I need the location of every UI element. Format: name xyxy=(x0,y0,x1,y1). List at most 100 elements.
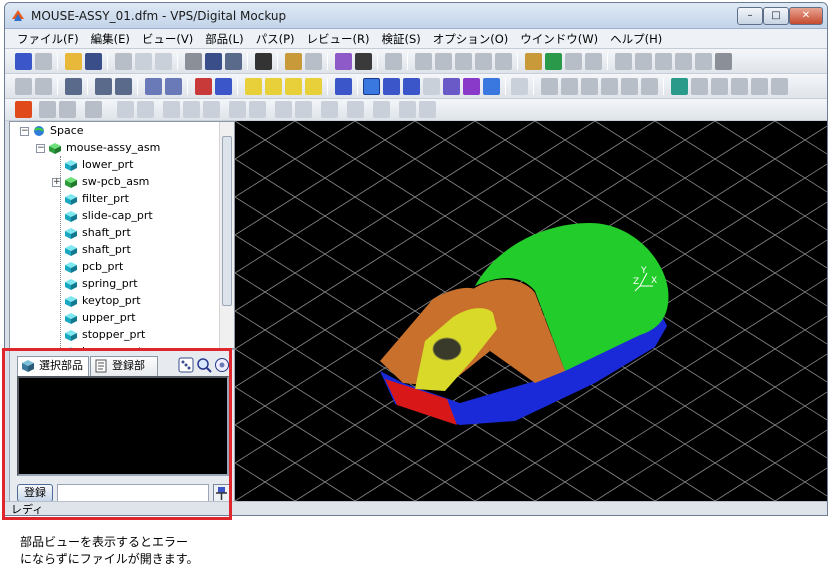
scrollbar-thumb[interactable] xyxy=(222,136,232,306)
menu-parts[interactable]: 部品(L) xyxy=(199,31,249,47)
menu-edit[interactable]: 編集(E) xyxy=(85,31,136,47)
3d-viewport[interactable]: Y X Z xyxy=(235,121,827,501)
tool-t-icon[interactable] xyxy=(691,78,708,95)
fit-icon[interactable] xyxy=(214,357,230,373)
color-icon[interactable] xyxy=(545,53,562,70)
table-icon[interactable] xyxy=(35,78,52,95)
menu-verify[interactable]: 検証(S) xyxy=(375,31,426,47)
tool-h-icon[interactable] xyxy=(615,53,632,70)
worker-icon[interactable] xyxy=(285,53,302,70)
minimize-button[interactable]: – xyxy=(737,7,763,25)
tool-p-icon[interactable] xyxy=(581,78,598,95)
tree-icon[interactable] xyxy=(39,101,56,118)
tool-q-icon[interactable] xyxy=(601,78,618,95)
dice-icon[interactable] xyxy=(65,78,82,95)
box-icon[interactable] xyxy=(483,78,500,95)
path-tool-icon[interactable] xyxy=(15,53,32,70)
rotate-icon[interactable] xyxy=(195,78,212,95)
last-frame-icon[interactable] xyxy=(249,101,266,118)
tool-g-icon[interactable] xyxy=(585,53,602,70)
camera-icon[interactable] xyxy=(373,101,390,118)
view-front-icon[interactable] xyxy=(245,78,262,95)
layers-icon[interactable] xyxy=(525,53,542,70)
tree-scrollbar[interactable] xyxy=(219,122,234,348)
tool-r-icon[interactable] xyxy=(621,78,638,95)
tool-f-icon[interactable] xyxy=(565,53,582,70)
help-icon[interactable] xyxy=(205,53,222,70)
zoom-icon[interactable] xyxy=(145,78,162,95)
fit-icon[interactable] xyxy=(165,78,182,95)
print-icon[interactable] xyxy=(185,53,202,70)
scale-icon[interactable] xyxy=(511,78,528,95)
title-bar[interactable]: MOUSE-ASSY_01.dfm - VPS/Digital Mockup –… xyxy=(5,3,827,29)
assembly-tree[interactable]: − Space − mouse-assy_asm lower_prt + sw-pc… xyxy=(9,121,235,349)
tool-a-icon[interactable] xyxy=(415,53,432,70)
menu-options[interactable]: オプション(O) xyxy=(427,31,515,47)
tool-j-icon[interactable] xyxy=(655,53,672,70)
menu-path[interactable]: パス(P) xyxy=(250,31,301,47)
step-back-icon[interactable] xyxy=(275,101,292,118)
pen-icon[interactable] xyxy=(385,53,402,70)
pause-icon[interactable] xyxy=(321,101,338,118)
tool-s-icon[interactable] xyxy=(641,78,658,95)
section-icon[interactable] xyxy=(463,78,480,95)
3d-scene[interactable]: Y X Z xyxy=(235,121,827,501)
first-frame-icon[interactable] xyxy=(117,101,134,118)
menu-review[interactable]: レビュー(R) xyxy=(301,31,376,47)
assembly-icon[interactable] xyxy=(335,53,352,70)
mouse-model[interactable] xyxy=(380,223,669,425)
pipe-icon[interactable] xyxy=(355,53,372,70)
copy-view-icon[interactable] xyxy=(95,78,112,95)
open-icon[interactable] xyxy=(65,53,82,70)
menu-view[interactable]: ビュー(V) xyxy=(136,31,199,47)
close-button[interactable]: ✕ xyxy=(789,7,823,25)
play-icon[interactable] xyxy=(203,101,220,118)
tab-registered-parts[interactable]: 登録部品 xyxy=(90,356,158,390)
next-frame-icon[interactable] xyxy=(229,101,246,118)
menu-window[interactable]: ウインドウ(W) xyxy=(514,31,604,47)
tool-v-icon[interactable] xyxy=(731,78,748,95)
select-rect-icon[interactable] xyxy=(155,53,172,70)
tool-u-icon[interactable] xyxy=(711,78,728,95)
transparent-icon[interactable] xyxy=(443,78,460,95)
path-disabled-icon[interactable] xyxy=(35,53,52,70)
snowflake-icon[interactable] xyxy=(671,78,688,95)
cut-icon[interactable] xyxy=(115,53,132,70)
prev-frame-icon[interactable] xyxy=(137,101,154,118)
register-button[interactable]: 登録 xyxy=(17,484,53,502)
wireframe-icon[interactable] xyxy=(423,78,440,95)
copy-icon[interactable] xyxy=(135,53,152,70)
network-icon[interactable] xyxy=(419,101,436,118)
hand-icon[interactable] xyxy=(305,53,322,70)
stop-icon[interactable] xyxy=(183,101,200,118)
tool-l-icon[interactable] xyxy=(695,53,712,70)
maximize-button[interactable]: □ xyxy=(763,7,789,25)
expand-icon[interactable]: + xyxy=(52,178,61,187)
link-icon[interactable] xyxy=(399,101,416,118)
collapse-icon[interactable]: − xyxy=(36,144,45,153)
tool-m-icon[interactable] xyxy=(715,53,732,70)
step-forward-icon[interactable] xyxy=(295,101,312,118)
menu-file[interactable]: ファイル(F) xyxy=(11,31,85,47)
tool-e-icon[interactable] xyxy=(495,53,512,70)
paste-view-icon[interactable] xyxy=(115,78,132,95)
view-iso-icon[interactable] xyxy=(305,78,322,95)
tool-n-icon[interactable] xyxy=(541,78,558,95)
tool-c-icon[interactable] xyxy=(455,53,472,70)
animation-icon[interactable] xyxy=(15,101,32,118)
pan-icon[interactable] xyxy=(215,78,232,95)
view-top-icon[interactable] xyxy=(265,78,282,95)
tool-d-icon[interactable] xyxy=(475,53,492,70)
tool-x-icon[interactable] xyxy=(771,78,788,95)
tool-o-icon[interactable] xyxy=(561,78,578,95)
pin-button[interactable] xyxy=(213,484,230,502)
save-icon[interactable] xyxy=(85,53,102,70)
reverse-play-icon[interactable] xyxy=(163,101,180,118)
collapse-icon[interactable]: − xyxy=(20,127,29,136)
context-help-icon[interactable] xyxy=(225,53,242,70)
person-icon[interactable] xyxy=(85,101,102,118)
select-icon[interactable] xyxy=(335,78,352,95)
zoom-icon[interactable] xyxy=(196,357,212,373)
tool-w-icon[interactable] xyxy=(751,78,768,95)
tool-k-icon[interactable] xyxy=(675,53,692,70)
